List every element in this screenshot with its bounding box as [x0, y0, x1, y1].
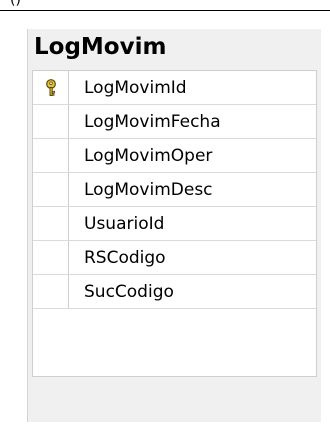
column-name: LogMovimFecha	[84, 111, 221, 132]
column-row[interactable]: UsuarioId	[33, 207, 316, 241]
column-list: LogMovimId LogMovimFecha LogMovimOper Lo…	[32, 70, 317, 377]
table-entity-logmovim[interactable]: LogMovim LogMovimId LogMovimFecha LogMov…	[27, 29, 321, 422]
key-cell-empty	[33, 173, 69, 206]
key-cell-empty	[33, 139, 69, 172]
key-icon	[33, 71, 69, 104]
empty-area	[33, 309, 316, 377]
key-cell-empty	[33, 241, 69, 274]
cut-off-text: ()	[10, 0, 21, 8]
column-row[interactable]: LogMovimId	[33, 71, 316, 105]
column-row[interactable]: RSCodigo	[33, 241, 316, 275]
column-row[interactable]: LogMovimDesc	[33, 173, 316, 207]
column-row[interactable]: LogMovimOper	[33, 139, 316, 173]
column-row[interactable]: LogMovimFecha	[33, 105, 316, 139]
column-name: LogMovimDesc	[84, 179, 213, 200]
column-name: LogMovimId	[84, 77, 187, 98]
column-name: LogMovimOper	[84, 145, 213, 166]
key-cell-empty	[33, 105, 69, 138]
column-row[interactable]: SucCodigo	[33, 275, 316, 309]
column-name: SucCodigo	[84, 281, 174, 302]
column-name: UsuarioId	[84, 213, 165, 234]
column-name: RSCodigo	[84, 247, 166, 268]
key-cell-empty	[33, 309, 69, 377]
key-cell-empty	[33, 207, 69, 240]
table-title: LogMovim	[34, 34, 167, 60]
divider-line	[0, 10, 330, 11]
key-cell-empty	[33, 275, 69, 308]
